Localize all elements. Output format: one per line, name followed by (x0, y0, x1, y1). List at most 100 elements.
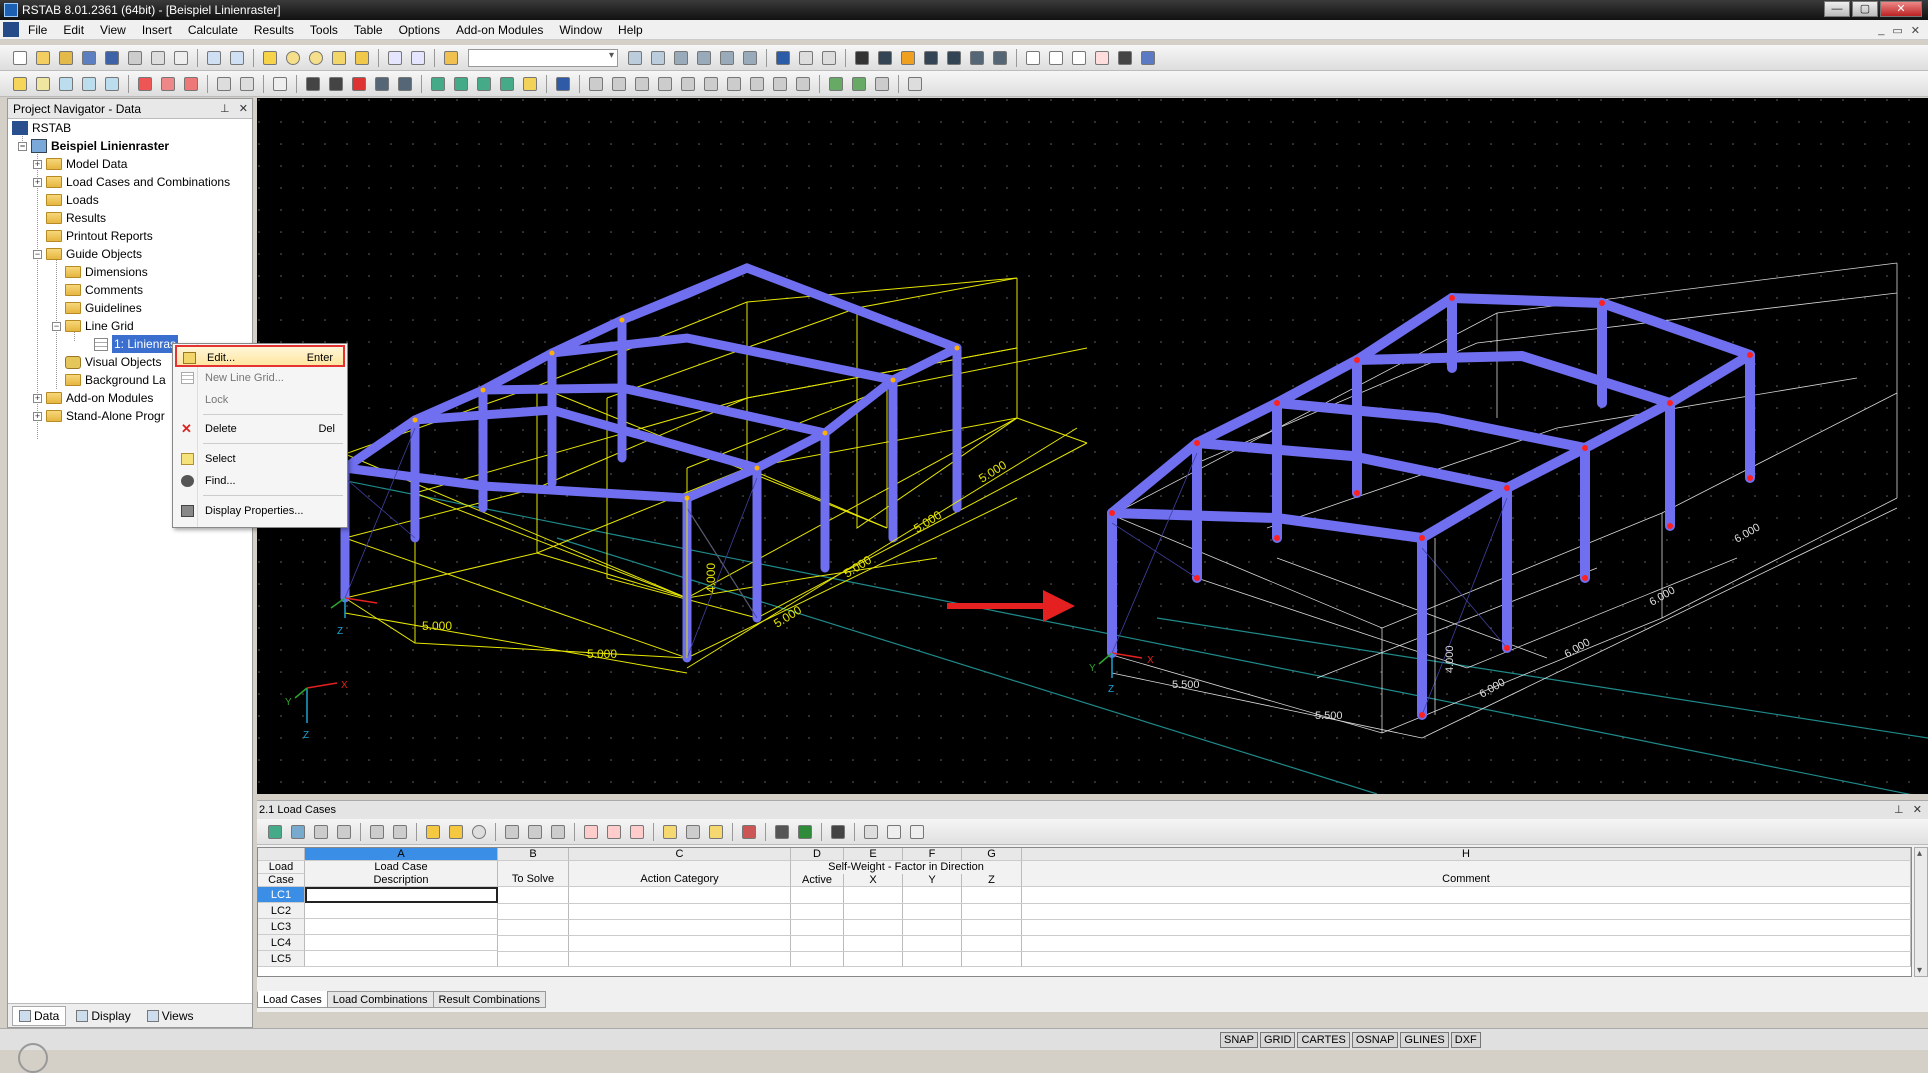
tab-display[interactable]: Display (70, 1006, 136, 1026)
panel-button[interactable] (717, 48, 737, 68)
printout-report-button[interactable] (171, 48, 191, 68)
wireframe-button[interactable] (967, 48, 987, 68)
context-display-properties[interactable]: Display Properties... (175, 500, 345, 522)
menu-insert[interactable]: Insert (134, 20, 180, 40)
menu-options[interactable]: Options (391, 20, 448, 40)
table-view-button[interactable] (288, 822, 308, 842)
redo-button[interactable] (227, 48, 247, 68)
tree-item-comments[interactable]: Comments (65, 281, 143, 299)
new-file-button[interactable] (10, 48, 30, 68)
tab-load-cases[interactable]: Load Cases (257, 991, 328, 1008)
menu-view[interactable]: View (92, 20, 134, 40)
select-button[interactable] (303, 74, 323, 94)
column-header-c[interactable]: C (569, 848, 791, 861)
open-recent-button[interactable] (56, 48, 76, 68)
navigator-toggle-button[interactable] (385, 48, 405, 68)
column-header-f[interactable]: F (903, 848, 962, 861)
tree-item-addon-modules[interactable]: + Add-on Modules (33, 389, 153, 407)
tree-item-load-cases[interactable]: + Load Cases and Combinations (33, 173, 230, 191)
mz-moment-button[interactable] (747, 74, 767, 94)
tree-item-model[interactable]: − Beispiel Linienraster (18, 137, 169, 155)
row-header-lc3[interactable]: LC3 (258, 919, 305, 935)
tree-item-line-grid-1[interactable]: 1: Linienras (94, 335, 179, 353)
pz-button[interactable] (793, 74, 813, 94)
column-header-e[interactable]: E (844, 848, 903, 861)
rotate-button[interactable] (451, 74, 471, 94)
dxf-toggle[interactable]: DXF (1450, 1032, 1481, 1048)
active-cell-a1[interactable] (305, 887, 498, 903)
tree-item-dimensions[interactable]: Dimensions (65, 263, 148, 281)
menu-table[interactable]: Table (346, 20, 391, 40)
column-header-d[interactable]: D (791, 848, 844, 861)
rotate-view-button[interactable] (773, 48, 793, 68)
table-vertical-scrollbar[interactable] (1914, 847, 1928, 977)
table-toggle-button[interactable] (408, 48, 428, 68)
excel-export-button[interactable] (795, 822, 815, 842)
zoom-all-button[interactable] (819, 48, 839, 68)
snap-toggle[interactable]: SNAP (1220, 1032, 1258, 1048)
column-header-b[interactable]: B (498, 848, 569, 861)
member-tool-button[interactable] (56, 74, 76, 94)
expand-icon[interactable]: + (33, 393, 42, 403)
table-select-button[interactable] (548, 822, 568, 842)
view-xz-button[interactable] (875, 48, 895, 68)
osnap-toggle[interactable]: OSNAP (1351, 1032, 1399, 1048)
menu-help[interactable]: Help (610, 20, 651, 40)
tree-item-guidelines[interactable]: Guidelines (65, 299, 142, 317)
table-cell[interactable] (305, 903, 498, 919)
row-header-lc1[interactable]: LC1 (258, 887, 305, 903)
table-close-icon[interactable]: ✕ (1913, 804, 1922, 816)
expand-icon[interactable]: + (33, 159, 42, 169)
table-pin-icon[interactable]: ⊥ (1894, 804, 1904, 816)
table-cell[interactable] (305, 919, 498, 935)
context-delete[interactable]: ✕ Delete Del (175, 418, 345, 440)
view-iso-button[interactable] (852, 48, 872, 68)
result-table-button[interactable] (872, 74, 892, 94)
hinge-button[interactable] (158, 74, 178, 94)
table-redo-button[interactable] (446, 822, 466, 842)
row-header-lc4[interactable]: LC4 (258, 935, 305, 951)
section-button[interactable] (520, 74, 540, 94)
table-rows-button[interactable] (683, 822, 703, 842)
tree-item-results[interactable]: Results (46, 209, 106, 227)
vy-force-button[interactable] (655, 74, 675, 94)
rstab-logo-icon[interactable] (3, 22, 19, 37)
table-column-b[interactable] (498, 887, 569, 967)
scale-button[interactable] (474, 74, 494, 94)
table-column-h[interactable] (1022, 887, 1911, 967)
open-file-button[interactable] (33, 48, 53, 68)
tab-views[interactable]: Views (141, 1006, 200, 1026)
context-new-line-grid[interactable]: New Line Grid... (175, 367, 345, 389)
tree-root-rstab[interactable]: RSTAB (12, 119, 71, 137)
navigator-close-icon[interactable]: ✕ (239, 103, 248, 115)
menu-file[interactable]: File (20, 20, 55, 40)
table-edit-button[interactable] (265, 822, 285, 842)
n-force-button[interactable] (632, 74, 652, 94)
table-cell[interactable] (305, 935, 498, 951)
table-refresh-button[interactable] (469, 822, 489, 842)
mt-moment-button[interactable] (701, 74, 721, 94)
save-button[interactable] (102, 48, 122, 68)
save-all-button[interactable] (79, 48, 99, 68)
view-yz-button[interactable] (898, 48, 918, 68)
vz-force-button[interactable] (678, 74, 698, 94)
support-forces-button[interactable] (849, 74, 869, 94)
tree-item-printout-reports[interactable]: Printout Reports (46, 227, 153, 245)
table-cell[interactable] (305, 951, 498, 967)
results-on-button[interactable] (671, 48, 691, 68)
mdi-close-button[interactable]: ✕ (1911, 24, 1920, 37)
menu-window[interactable]: Window (551, 20, 610, 40)
comment-button[interactable] (329, 48, 349, 68)
model-view[interactable]: 5.000 5.000 5.000 5.000 5.000 5.000 4.00… (257, 98, 1928, 794)
copy-button[interactable] (237, 74, 257, 94)
deformation-button[interactable] (609, 74, 629, 94)
formula-button[interactable] (884, 822, 904, 842)
glines-toggle[interactable]: GLINES (1400, 1032, 1449, 1048)
table-next-button[interactable] (390, 822, 410, 842)
folder-button[interactable] (352, 48, 372, 68)
table-column-d[interactable] (791, 887, 844, 967)
members-button[interactable] (1046, 48, 1066, 68)
table-insert-row-button[interactable] (502, 822, 522, 842)
tab-result-combinations[interactable]: Result Combinations (432, 991, 547, 1008)
tree-item-guide-objects[interactable]: − Guide Objects (33, 245, 142, 263)
